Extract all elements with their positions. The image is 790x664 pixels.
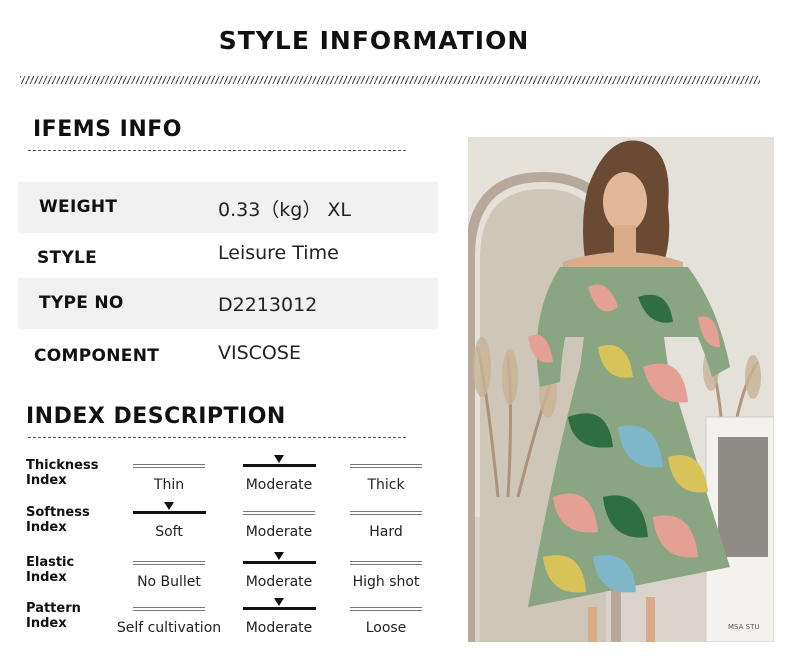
index-option: No Bullet xyxy=(137,574,201,590)
index-label: Softness Index xyxy=(26,505,90,535)
index-option: Self cultivation xyxy=(116,620,222,636)
index-label-line: Thickness xyxy=(26,458,99,473)
info-value: D2213012 xyxy=(218,294,318,316)
scale-segment-selected xyxy=(243,607,316,610)
selected-marker-icon xyxy=(164,502,174,510)
index-label: Elastic Index xyxy=(26,555,74,585)
index-description-heading: INDEX DESCRIPTION xyxy=(26,404,286,429)
selected-marker-icon xyxy=(274,552,284,560)
items-info-heading: IFEMS INFO xyxy=(33,117,182,142)
scale-segment xyxy=(350,607,422,611)
index-option: Loose xyxy=(365,620,407,636)
index-label: Pattern Index xyxy=(26,601,81,631)
scale-segment-selected xyxy=(243,464,316,467)
scale-segment xyxy=(133,607,205,611)
index-label-line: Index xyxy=(26,520,67,535)
index-label-line: Index xyxy=(26,473,67,488)
index-label-line: Index xyxy=(26,616,67,631)
scale-segment xyxy=(133,561,205,565)
page-title: STYLE INFORMATION xyxy=(218,26,530,55)
scale-segment-selected xyxy=(133,511,206,514)
selected-marker-icon xyxy=(274,598,284,606)
index-label: Thickness Index xyxy=(26,458,98,488)
info-row-component: COMPONENT VISCOSE xyxy=(18,332,438,383)
scale-segment xyxy=(133,464,205,468)
svg-text:MSA STU: MSA STU xyxy=(728,623,759,631)
scale-segment xyxy=(243,511,315,515)
index-option: Moderate xyxy=(245,477,313,493)
index-option: Thick xyxy=(367,477,405,493)
selected-marker-icon xyxy=(274,455,284,463)
index-option: Moderate xyxy=(245,574,313,590)
info-row-type-no: TYPE NO D2213012 xyxy=(18,278,438,329)
index-label-line: Pattern xyxy=(26,601,81,616)
product-photo: MSA STU xyxy=(468,137,774,642)
info-row-weight: WEIGHT 0.33（kg） XL xyxy=(18,182,438,233)
info-value: VISCOSE xyxy=(218,342,301,364)
index-option: Thin xyxy=(153,477,185,493)
header-divider xyxy=(20,76,760,84)
index-option: Moderate xyxy=(245,620,313,636)
index-label-line: Softness xyxy=(26,505,90,520)
scale-segment xyxy=(350,561,422,565)
index-option: Moderate xyxy=(245,524,313,540)
info-value: Leisure Time xyxy=(218,242,339,264)
index-option: Hard xyxy=(369,524,403,540)
index-option: Soft xyxy=(155,524,183,540)
scale-segment xyxy=(350,464,422,468)
index-description-divider xyxy=(28,437,406,438)
info-label: TYPE NO xyxy=(39,293,124,313)
info-row-style: STYLE Leisure Time xyxy=(18,233,438,284)
index-option: High shot xyxy=(352,574,420,590)
info-label: WEIGHT xyxy=(39,197,118,217)
scale-segment xyxy=(350,511,422,515)
scale-segment-selected xyxy=(243,561,316,564)
info-label: STYLE xyxy=(37,248,98,268)
index-label-line: Index xyxy=(26,570,67,585)
info-label: COMPONENT xyxy=(34,346,160,366)
items-info-divider xyxy=(28,150,406,151)
index-label-line: Elastic xyxy=(26,555,75,570)
info-value: 0.33（kg） XL xyxy=(218,199,352,221)
